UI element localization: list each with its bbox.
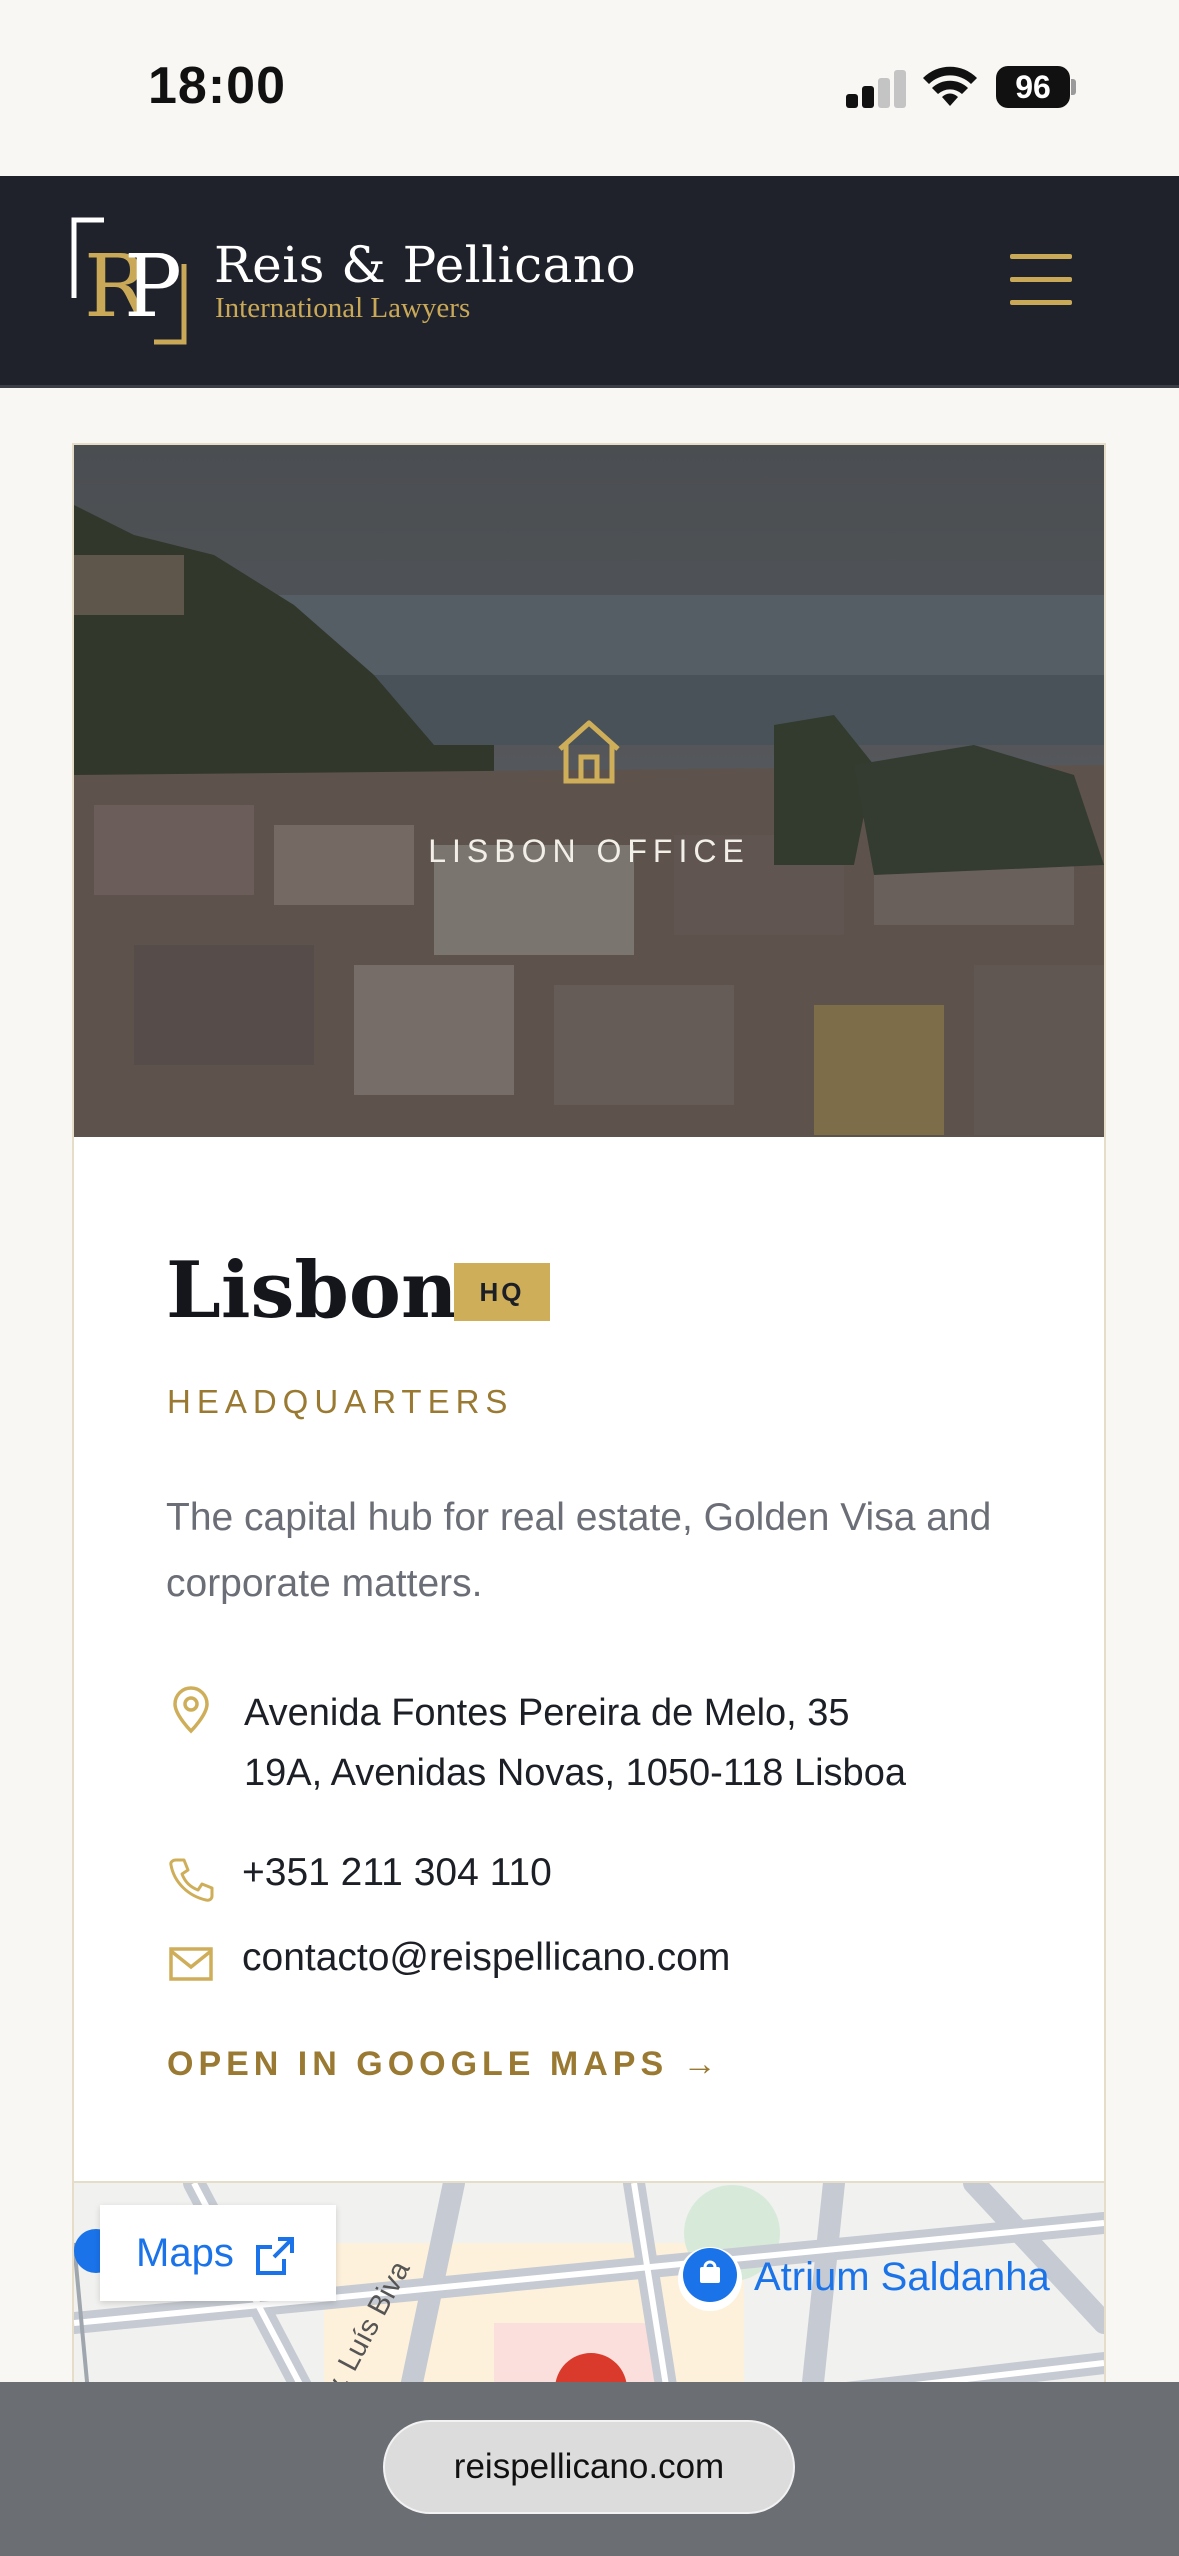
open-google-maps-link[interactable]: OPEN IN GOOGLE MAPS →	[167, 2045, 722, 2084]
home-icon	[558, 720, 620, 784]
browser-bottom-bar: reispellicano.com	[0, 2382, 1179, 2556]
office-card: LISBON OFFICE Lisbon HQ HEADQUARTERS The…	[72, 443, 1106, 2556]
office-email[interactable]: contacto@reispellicano.com	[242, 1936, 730, 1980]
office-title: Lisbon	[166, 1245, 458, 1336]
hero-label: LISBON OFFICE	[428, 833, 750, 869]
site-header: R P Reis & Pellicano International Lawye…	[0, 176, 1179, 388]
cellular-signal-icon	[846, 70, 908, 108]
url-field[interactable]: reispellicano.com	[383, 2420, 795, 2514]
map-pin-icon	[173, 1686, 209, 1734]
maps-badge[interactable]: Maps	[100, 2205, 336, 2301]
phone-icon	[169, 1858, 214, 1902]
brand-tagline: International Lawyers	[215, 292, 471, 324]
status-bar: 18:00 96	[0, 0, 1179, 176]
office-phone[interactable]: +351 211 304 110	[242, 1851, 552, 1895]
menu-button[interactable]	[1010, 254, 1074, 306]
office-hero-image: LISBON OFFICE	[74, 445, 1104, 1137]
office-description: The capital hub for real estate, Golden …	[166, 1496, 992, 1605]
address-line-2: 19A, Avenidas Novas, 1050-118 Lisboa	[244, 1752, 906, 1794]
svg-text:P: P	[124, 237, 182, 337]
place-label[interactable]: Atrium Saldanha	[754, 2255, 1050, 2300]
status-time: 18:00	[148, 57, 286, 115]
logo-icon[interactable]: R P	[70, 216, 188, 346]
mail-icon	[169, 1947, 213, 1981]
brand-name[interactable]: Reis & Pellicano	[214, 236, 636, 294]
office-subtitle: HEADQUARTERS	[167, 1383, 514, 1420]
wifi-icon	[923, 66, 977, 106]
battery-level: 96	[996, 66, 1070, 108]
address-line-1: Avenida Fontes Pereira de Melo, 35	[244, 1692, 850, 1734]
battery-icon: 96	[996, 66, 1076, 108]
maps-badge-label: Maps	[136, 2231, 234, 2275]
hq-badge: HQ	[454, 1263, 550, 1321]
external-link-icon	[256, 2237, 294, 2275]
office-address[interactable]: Avenida Fontes Pereira de Melo, 35 19A, …	[244, 1683, 1044, 1803]
